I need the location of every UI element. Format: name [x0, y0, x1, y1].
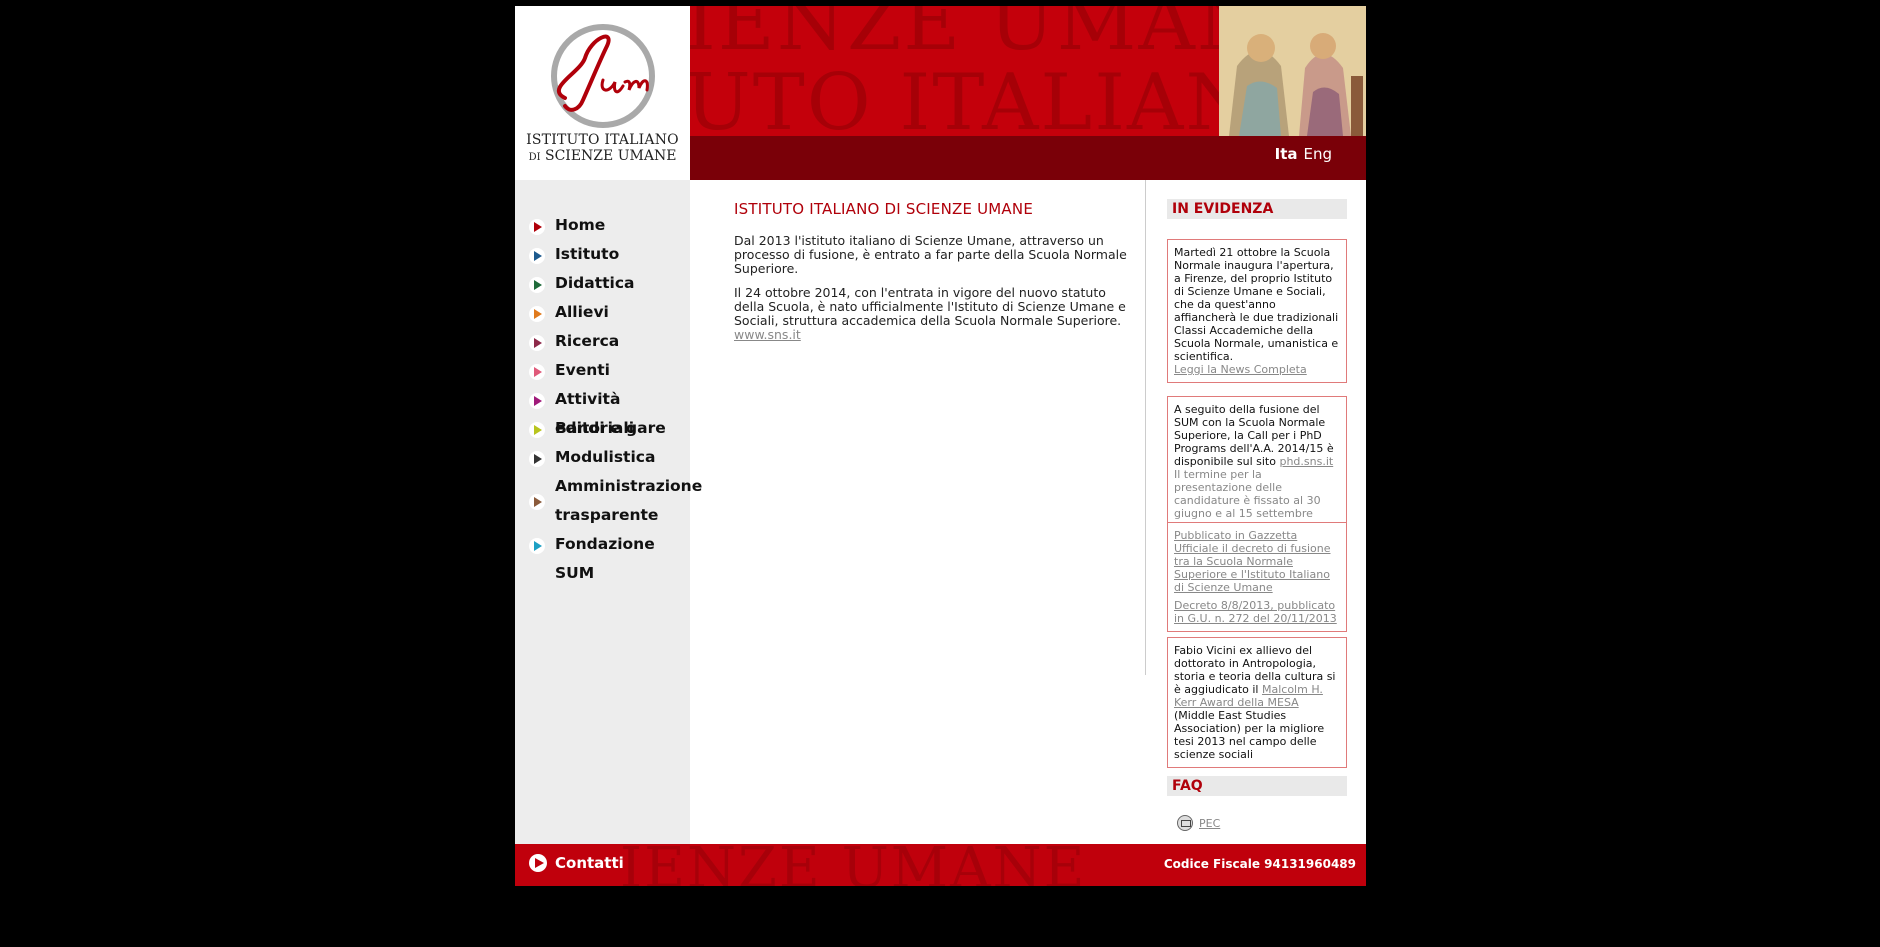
- news-text: Martedì 21 ottobre la Scuola Normale ina…: [1174, 246, 1339, 363]
- codice-fiscale: Codice Fiscale 94131960489: [1163, 857, 1356, 871]
- language-switcher: Ita Eng: [1269, 145, 1332, 163]
- page: ISTITUTO ITALIANO DI SCIENZE UMANE IENZE…: [515, 6, 1366, 886]
- medieval-painting-image: [1219, 6, 1366, 136]
- arrow-bullet-icon: [529, 335, 545, 351]
- read-full-news-link[interactable]: Leggi la News Completa: [1174, 363, 1307, 376]
- nav-item-bandi-e-gare[interactable]: Bandi e gare: [529, 419, 695, 443]
- nav-item-fondazione-sum[interactable]: Fondazione SUM: [529, 535, 695, 588]
- faq-heading[interactable]: FAQ: [1167, 776, 1347, 796]
- logo-title-line2: DI SCIENZE UMANE: [515, 148, 690, 164]
- nav-item-label: Eventi: [555, 361, 610, 379]
- logo-title-main: SCIENZE UMANE: [545, 148, 677, 164]
- news-box-phd-call: A seguito della fusione del SUM con la S…: [1167, 396, 1347, 540]
- contatti-link[interactable]: Contatti: [529, 854, 624, 872]
- play-arrow-icon: [529, 854, 547, 872]
- pec-label: PEC: [1199, 816, 1221, 830]
- statute-paragraph: Il 24 ottobre 2014, con l'entrata in vig…: [734, 286, 1134, 342]
- arrow-bullet-icon: [529, 494, 545, 510]
- right-sidebar: IN EVIDENZA Martedì 21 ottobre la Scuola…: [1167, 199, 1347, 831]
- nav-item-modulistica[interactable]: Modulistica: [529, 448, 695, 472]
- nav-item-eventi[interactable]: Eventi: [529, 361, 695, 385]
- nav-item-didattica[interactable]: Didattica: [529, 274, 695, 298]
- nav-item-istituto[interactable]: Istituto: [529, 245, 695, 269]
- arrow-bullet-icon: [529, 422, 545, 438]
- nav-item-label: Didattica: [555, 274, 635, 292]
- arrow-bullet-icon: [529, 393, 545, 409]
- footer-watermark: IENZE UMANE: [620, 844, 1087, 886]
- nav-item-label: Allievi: [555, 303, 609, 321]
- arrow-bullet-icon: [529, 538, 545, 554]
- nav-item-label: Modulistica: [555, 448, 656, 466]
- contatti-label: Contatti: [555, 854, 624, 872]
- lang-eng-link[interactable]: Eng: [1303, 145, 1332, 163]
- nav-item-label: Fondazione SUM: [555, 535, 655, 582]
- nav-item-allievi[interactable]: Allievi: [529, 303, 695, 327]
- statute-text: Il 24 ottobre 2014, con l'entrata in vig…: [734, 285, 1126, 328]
- news-box-award: Fabio Vicini ex allievo del dottorato in…: [1167, 637, 1347, 768]
- arrow-bullet-icon: [529, 277, 545, 293]
- header-banner: IENZE UMANE UTO ITALIANO Ita Eng: [690, 6, 1366, 180]
- logo-title-line1: ISTITUTO ITALIANO: [526, 132, 679, 148]
- arrow-bullet-icon: [529, 364, 545, 380]
- news-text-b: (Middle East Studies Association) per la…: [1174, 709, 1325, 761]
- in-evidenza-heading: IN EVIDENZA: [1167, 199, 1347, 219]
- news-box-gazzetta: Pubblicato in Gazzetta Ufficiale il decr…: [1167, 522, 1347, 632]
- lang-ita-link[interactable]: Ita: [1275, 145, 1298, 163]
- envelope-icon: [1177, 815, 1193, 831]
- arrow-bullet-icon: [529, 451, 545, 467]
- arrow-bullet-icon: [529, 306, 545, 322]
- nav-item-label: Istituto: [555, 245, 620, 263]
- nav-item-ricerca[interactable]: Ricerca: [529, 332, 695, 356]
- gazzetta-decree-link[interactable]: Pubblicato in Gazzetta Ufficiale il decr…: [1174, 529, 1330, 594]
- logo-title-prefix: DI: [528, 152, 541, 163]
- sum-logo-icon: [551, 24, 655, 128]
- nav-item-label: Home: [555, 216, 606, 234]
- nav-item-amministrazione-trasparente[interactable]: Amministrazione trasparente: [529, 477, 702, 530]
- nav-item-home[interactable]: Home: [529, 216, 695, 240]
- arrow-bullet-icon: [529, 248, 545, 264]
- nav-item-label: Amministrazione trasparente: [555, 477, 703, 524]
- page-title: ISTITUTO ITALIANO DI SCIENZE UMANE: [734, 200, 1033, 218]
- footer: IENZE UMANE Contatti Codice Fiscale 9413…: [515, 844, 1366, 886]
- main-content: ISTITUTO ITALIANO DI SCIENZE UMANE Dal 2…: [734, 200, 1134, 342]
- main-navigation: Home Istituto Didattica Allievi Ricerca …: [515, 180, 702, 844]
- decree-gu-link[interactable]: Decreto 8/8/2013, pubblicato in G.U. n. …: [1174, 599, 1337, 625]
- intro-paragraph: Dal 2013 l'istituto italiano di Scienze …: [734, 233, 1127, 276]
- arrow-bullet-icon: [529, 219, 545, 235]
- sns-website-link[interactable]: www.sns.it: [734, 327, 801, 342]
- news-box-inauguration: Martedì 21 ottobre la Scuola Normale ina…: [1167, 239, 1347, 383]
- nav-item-label: Bandi e gare: [555, 419, 666, 437]
- column-divider: [1145, 180, 1146, 675]
- nav-item-label: Ricerca: [555, 332, 620, 350]
- logo[interactable]: ISTITUTO ITALIANO DI SCIENZE UMANE: [515, 6, 690, 180]
- pec-link[interactable]: PEC: [1171, 815, 1220, 831]
- phd-sns-link[interactable]: phd.sns.it: [1279, 455, 1333, 468]
